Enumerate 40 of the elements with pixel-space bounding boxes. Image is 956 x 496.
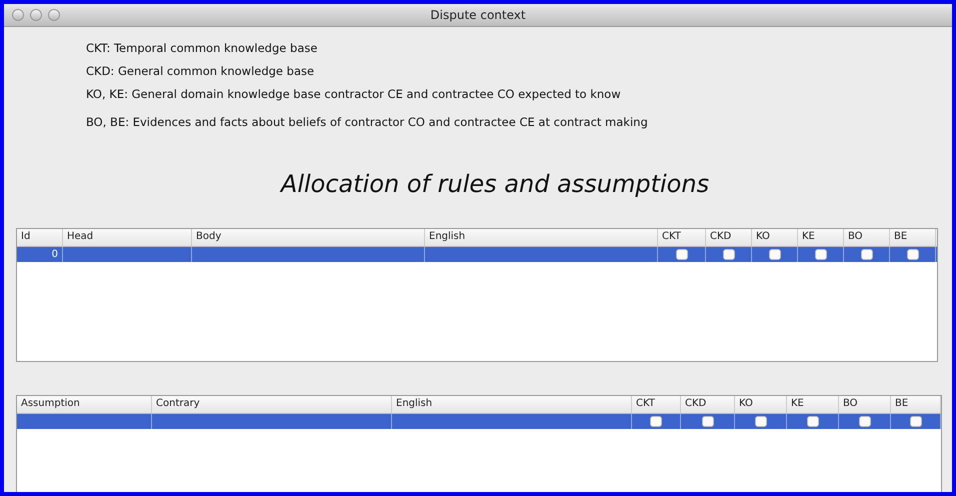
checkbox[interactable]	[702, 416, 714, 427]
legend-text: KO, KE: General domain knowledge base contractor CE and contractee CO expected to know	[86, 86, 622, 103]
table-row[interactable]	[17, 414, 941, 429]
checkbox[interactable]	[722, 249, 734, 260]
column-header[interactable]: CKT	[658, 229, 706, 246]
column-header[interactable]: CKT	[632, 396, 681, 413]
column-header[interactable]: BO	[839, 396, 891, 413]
column-header[interactable]: CKD	[681, 396, 735, 413]
column-header[interactable]: English	[392, 396, 632, 413]
checkbox[interactable]	[910, 416, 922, 427]
checkbox[interactable]	[768, 249, 780, 260]
column-header[interactable]: BO	[844, 229, 890, 246]
checkbox[interactable]	[906, 249, 918, 260]
table-cell: 0	[52, 249, 58, 260]
window-title: Dispute context	[430, 8, 526, 22]
legend-text: CKD: General common knowledge base	[86, 63, 316, 80]
checkbox[interactable]	[754, 416, 766, 427]
column-header[interactable]: Head	[63, 229, 192, 246]
column-header[interactable]: Body	[192, 229, 425, 246]
checkbox[interactable]	[806, 416, 818, 427]
legend-text: BO, BE: Evidences and facts about beliefs of contractor CO and contractee CE at contract making	[86, 114, 649, 131]
column-header[interactable]: KE	[787, 396, 839, 413]
column-header[interactable]: BE	[890, 229, 936, 246]
column-header[interactable]: BE	[891, 396, 941, 413]
checkbox[interactable]	[858, 416, 870, 427]
legend-text: CKT: Temporal common knowledge base	[86, 40, 318, 57]
column-header[interactable]: English	[425, 229, 658, 246]
column-header[interactable]: KO	[735, 396, 787, 413]
column-header[interactable]: KO	[752, 229, 798, 246]
column-header[interactable]: Contrary	[152, 396, 392, 413]
checkbox[interactable]	[650, 416, 662, 427]
column-header[interactable]: KE	[798, 229, 844, 246]
checkbox[interactable]	[676, 249, 688, 260]
column-header[interactable]: Assumption	[17, 396, 152, 413]
table-row[interactable]: 0	[17, 247, 937, 262]
column-header[interactable]: Id	[17, 229, 63, 246]
column-header[interactable]: CKD	[706, 229, 752, 246]
section-heading: Allocation of rules and assumptions	[278, 170, 710, 198]
checkbox[interactable]	[860, 249, 872, 260]
checkbox[interactable]	[814, 249, 826, 260]
